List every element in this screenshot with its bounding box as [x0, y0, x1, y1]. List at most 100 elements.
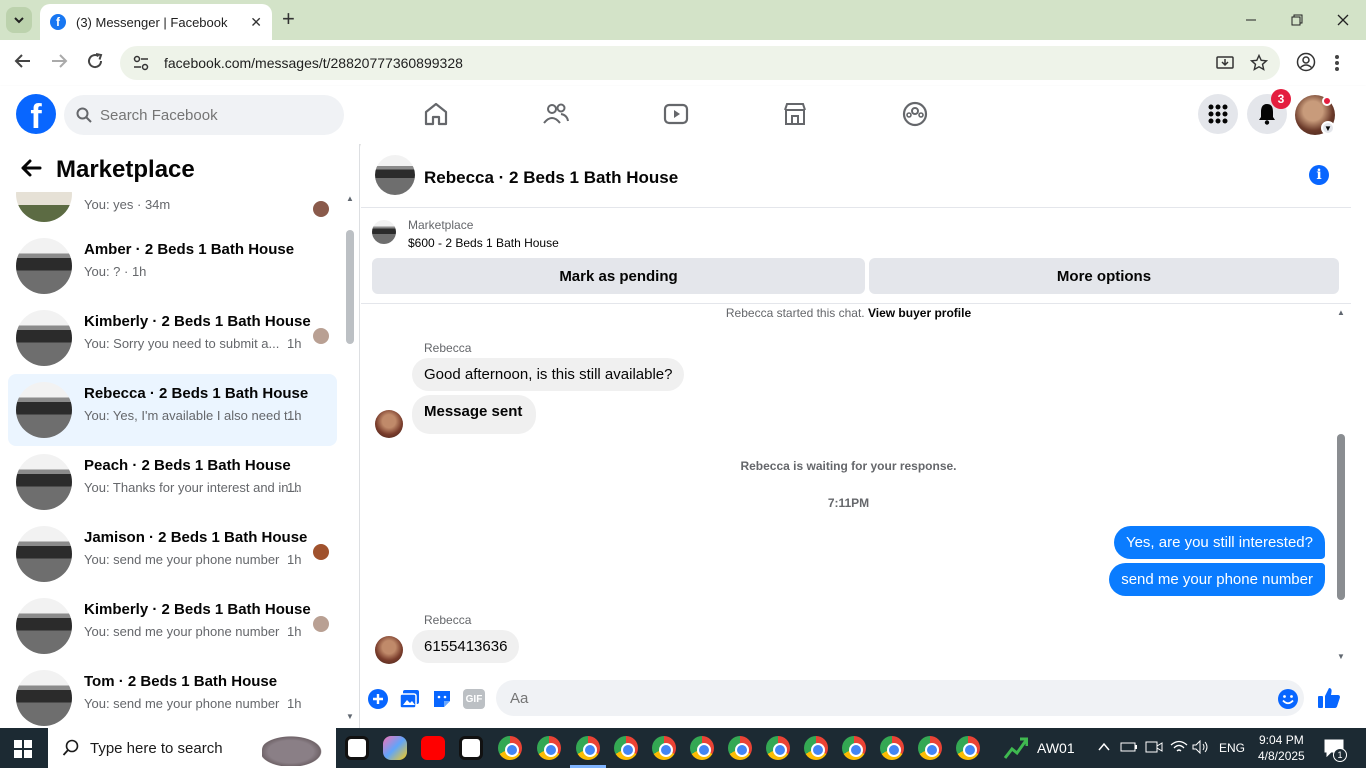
- conversation-name: Rebecca · 2 Beds 1 Bath House: [84, 385, 309, 402]
- tab-search-button[interactable]: [6, 7, 32, 33]
- youtube-app-icon[interactable]: [421, 736, 445, 760]
- chrome-profile-icon[interactable]: [537, 736, 561, 760]
- chrome-profile-icon[interactable]: [842, 736, 866, 760]
- sticker-icon[interactable]: [431, 688, 453, 710]
- scroll-up-arrow[interactable]: ▲: [346, 194, 354, 203]
- mark-as-pending-button[interactable]: Mark as pending: [372, 258, 865, 294]
- incoming-message: 6155413636: [412, 630, 520, 663]
- conversation-item[interactable]: Kimberly · 2 Beds 1 Bath House You: Sorr…: [8, 302, 337, 374]
- chrome-profile-icon[interactable]: [690, 736, 714, 760]
- scroll-down-arrow[interactable]: ▼: [1337, 652, 1345, 661]
- browser-tab-messenger[interactable]: f (3) Messenger | Facebook ✕: [40, 4, 272, 40]
- conversation-preview: You: send me your phone number: [84, 696, 280, 711]
- like-thumb-icon[interactable]: [1317, 686, 1341, 710]
- chrome-profile-icon[interactable]: [652, 736, 676, 760]
- message-input[interactable]: [496, 680, 1304, 716]
- clock-date: 4/8/2025: [1258, 749, 1305, 763]
- minimize-button[interactable]: [1228, 0, 1274, 40]
- chrome-profile-icon[interactable]: [614, 736, 638, 760]
- conversation-item-selected[interactable]: Rebecca · 2 Beds 1 Bath House You: Yes, …: [8, 374, 337, 446]
- conversation-time: 1h: [287, 480, 302, 495]
- volume-icon[interactable]: [1192, 740, 1210, 754]
- sender-avatar[interactable]: [375, 636, 403, 664]
- windows-start-icon[interactable]: [14, 740, 32, 758]
- conversation-preview: You: send me your phone number: [84, 552, 280, 567]
- chat-scrollbar[interactable]: [1337, 434, 1345, 600]
- info-icon[interactable]: i: [1309, 165, 1329, 185]
- back-arrow-icon[interactable]: [14, 52, 32, 70]
- close-window-button[interactable]: [1320, 0, 1366, 40]
- listing-thumbnail[interactable]: [372, 220, 396, 244]
- gif-button[interactable]: GIF: [463, 689, 485, 709]
- back-arrow-icon[interactable]: [20, 158, 42, 178]
- tab-close-button[interactable]: ✕: [250, 14, 262, 31]
- view-buyer-profile-link[interactable]: View buyer profile: [868, 306, 971, 320]
- groups-icon[interactable]: [901, 100, 929, 128]
- browser-tabbar: f (3) Messenger | Facebook ✕ +: [0, 0, 1366, 40]
- reload-icon[interactable]: [86, 52, 104, 70]
- menu-grid-button[interactable]: [1198, 94, 1238, 134]
- more-options-button[interactable]: More options: [869, 258, 1339, 294]
- chrome-profile-icon[interactable]: [918, 736, 942, 760]
- search-icon: [62, 739, 79, 756]
- chrome-profile-icon[interactable]: [804, 736, 828, 760]
- chrome-profile-icon[interactable]: [880, 736, 904, 760]
- restore-button[interactable]: [1274, 0, 1320, 40]
- plus-circle-icon[interactable]: [367, 688, 389, 710]
- home-icon[interactable]: [422, 100, 450, 128]
- listing-thumbnail: [16, 310, 72, 366]
- facebook-search-box[interactable]: [64, 95, 344, 135]
- waiting-notice: Rebecca is waiting for your response.: [740, 459, 957, 473]
- scroll-up-arrow[interactable]: ▲: [1337, 308, 1345, 317]
- chat-listing-avatar[interactable]: [375, 155, 415, 195]
- outgoing-message: Yes, are you still interested?: [1113, 526, 1325, 559]
- conversation-preview: You: yes · 34m: [84, 197, 171, 212]
- chrome-profile-icon-active[interactable]: [576, 736, 600, 760]
- browser-profile-icon[interactable]: [1296, 52, 1316, 72]
- language-indicator[interactable]: ENG: [1219, 741, 1245, 755]
- new-tab-button[interactable]: +: [282, 8, 295, 30]
- chrome-profile-icon[interactable]: [728, 736, 752, 760]
- chrome-profile-icon[interactable]: [766, 736, 790, 760]
- emoji-icon[interactable]: [1277, 688, 1299, 710]
- install-app-icon[interactable]: [1216, 54, 1234, 72]
- conversation-list-scrollbar[interactable]: [346, 230, 354, 344]
- photo-icon[interactable]: [399, 688, 421, 710]
- taskbar-clock[interactable]: 9:04 PM 4/8/2025: [1258, 732, 1305, 764]
- taskbar-search-box[interactable]: Type here to search: [48, 728, 336, 768]
- chat-title[interactable]: Rebecca · 2 Beds 1 Bath House: [424, 168, 678, 188]
- capcut-app-icon-2[interactable]: [459, 736, 483, 760]
- chrome-profile-icon[interactable]: [956, 736, 980, 760]
- stock-chart-icon[interactable]: [1004, 737, 1028, 759]
- facebook-search-input[interactable]: [100, 106, 320, 124]
- meet-now-icon[interactable]: [1145, 740, 1163, 754]
- account-chevron-icon[interactable]: ▼: [1321, 121, 1335, 135]
- conversation-item[interactable]: Kimberly · 2 Beds 1 Bath House You: send…: [8, 590, 337, 662]
- chat-started-text: Rebecca started this chat.: [725, 306, 865, 320]
- chevron-up-icon[interactable]: [1098, 742, 1110, 752]
- video-icon[interactable]: [662, 100, 690, 128]
- scroll-down-arrow[interactable]: ▼: [346, 712, 354, 721]
- marketplace-icon[interactable]: [781, 100, 809, 128]
- browser-menu-icon[interactable]: [1334, 54, 1340, 72]
- battery-icon[interactable]: [1120, 740, 1138, 754]
- capcut-app-icon[interactable]: [345, 736, 369, 760]
- sender-avatar[interactable]: [375, 410, 403, 438]
- conversation-item[interactable]: Jamison · 2 Beds 1 Bath House You: send …: [8, 518, 337, 590]
- conversation-item[interactable]: Tom · 2 Beds 1 Bath House You: send me y…: [8, 662, 337, 728]
- wifi-icon[interactable]: [1170, 740, 1188, 754]
- listing-price[interactable]: $600 - 2 Beds 1 Bath House: [408, 236, 559, 250]
- facebook-logo-icon[interactable]: f: [16, 94, 56, 134]
- conversation-item[interactable]: Peach · 2 Beds 1 Bath House You: Thanks …: [8, 446, 337, 518]
- friends-icon[interactable]: [542, 100, 570, 128]
- site-info-icon[interactable]: [132, 54, 150, 72]
- copilot-app-icon[interactable]: [383, 736, 407, 760]
- bookmark-star-icon[interactable]: [1250, 54, 1268, 72]
- forward-arrow-icon[interactable]: [50, 52, 68, 70]
- search-icon: [76, 107, 92, 123]
- sender-name: Rebecca: [424, 341, 472, 355]
- conversation-item[interactable]: Amber · 2 Beds 1 Bath House You: ? · 1h: [8, 230, 337, 302]
- message-thread: Rebecca started this chat. View buyer pr…: [361, 304, 1336, 664]
- omnibox[interactable]: facebook.com/messages/t/2882077736089932…: [120, 46, 1280, 80]
- chrome-profile-icon[interactable]: [498, 736, 522, 760]
